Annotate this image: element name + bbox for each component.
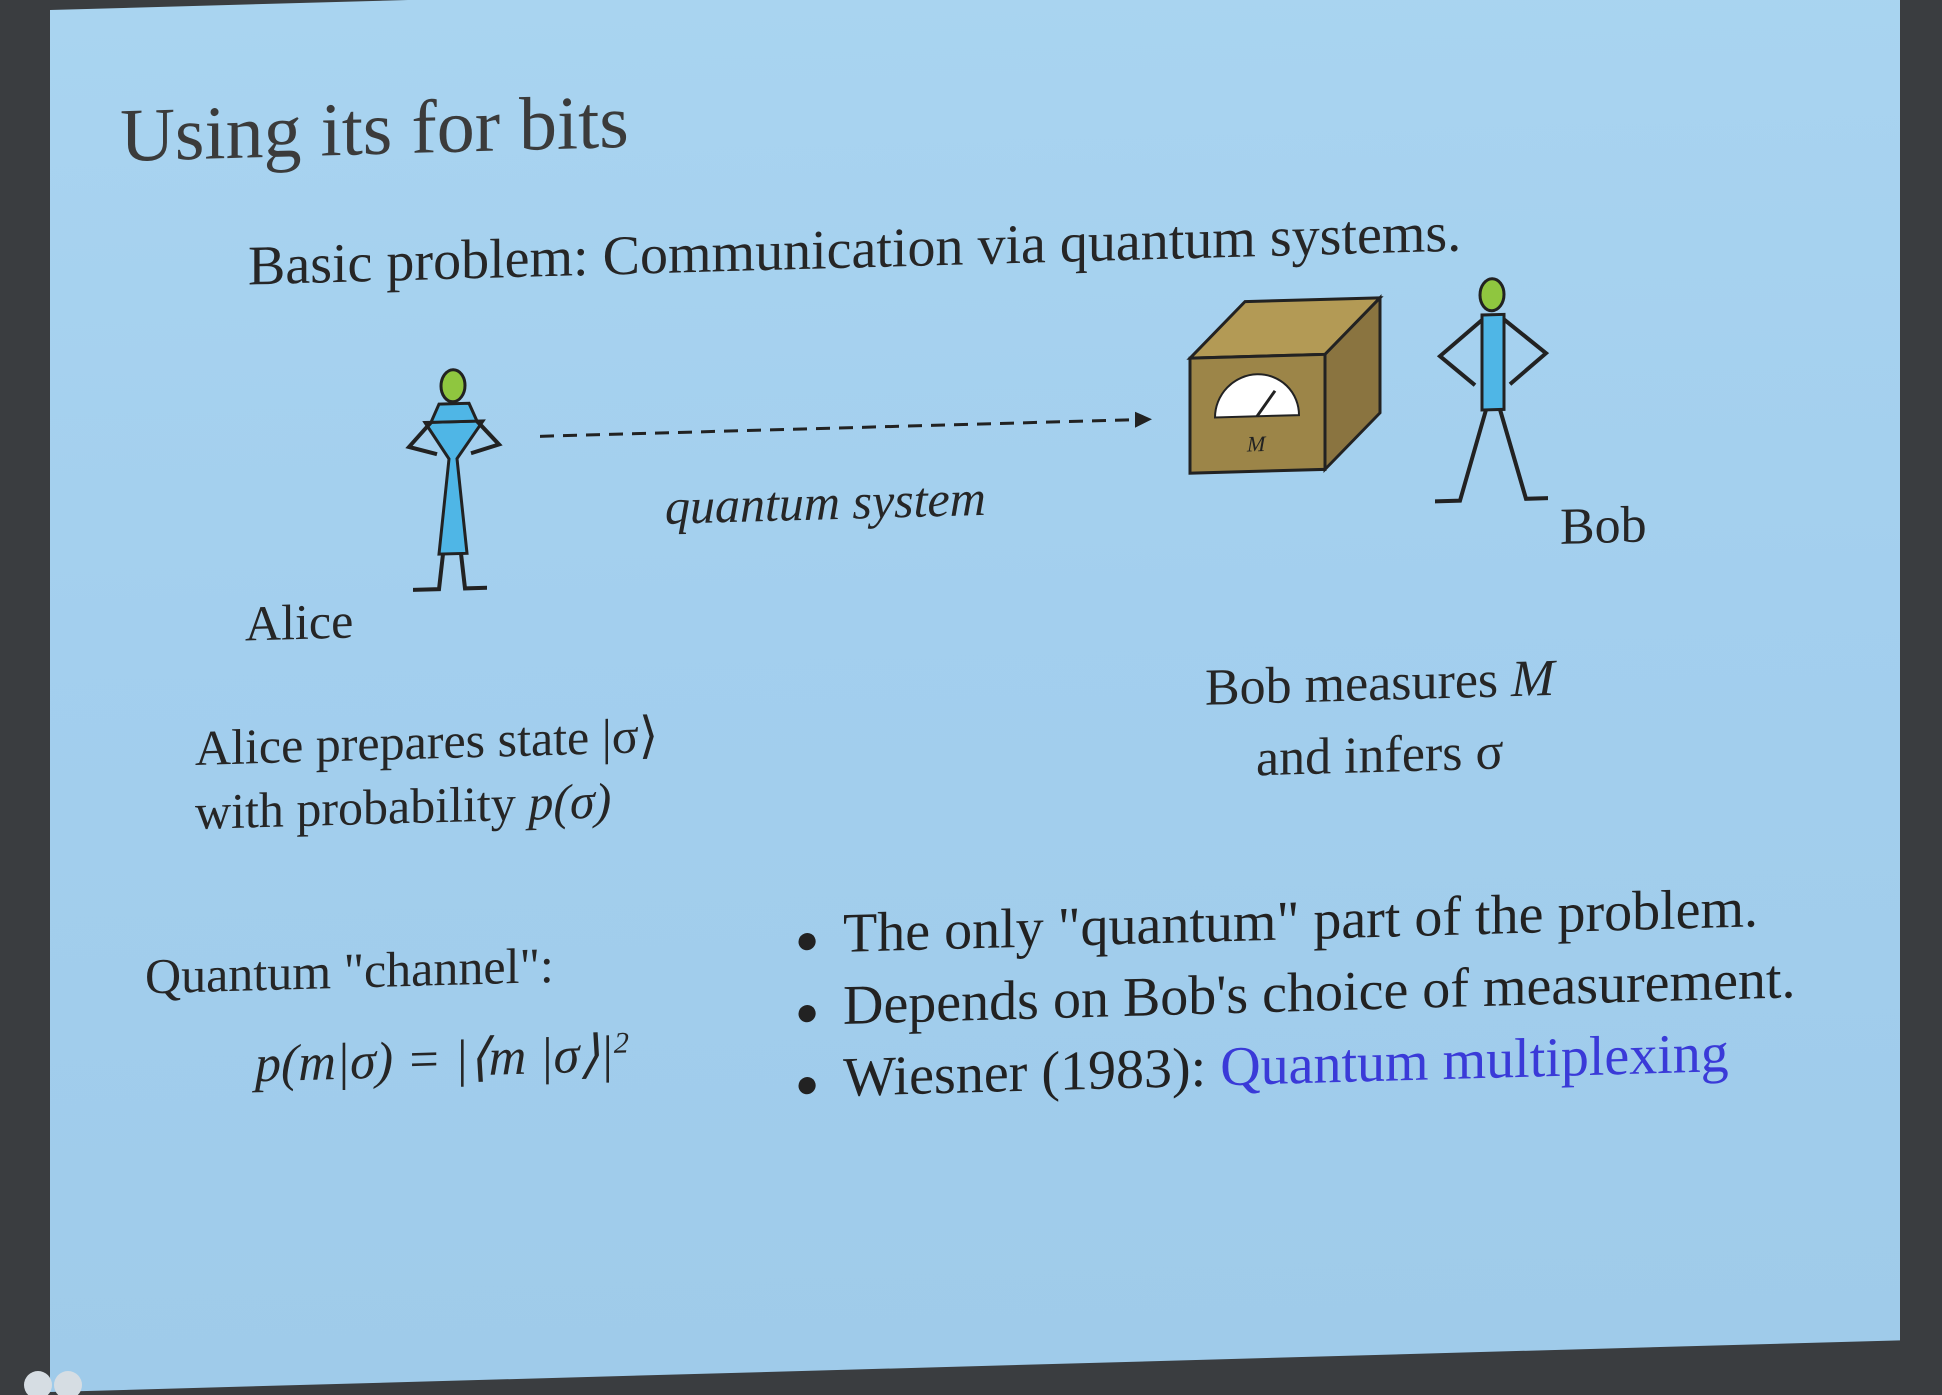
bob-figure-icon	[1435, 277, 1550, 504]
device-label: M	[1246, 431, 1267, 457]
alice-label: Alice	[245, 592, 354, 652]
bob-label: Bob	[1560, 496, 1647, 556]
bullet-icon: ●	[795, 916, 820, 963]
quantum-multiplexing-link[interactable]: Quantum multiplexing	[1220, 1022, 1729, 1098]
alice-description: Alice prepares state |σ⟩ with probabilit…	[195, 703, 658, 844]
bullet-list: ● The only "quantum" part of the problem.…	[795, 871, 1796, 1115]
bullet-text: Wiesner (1983):	[843, 1036, 1221, 1109]
bob-description-line1: Bob measures M	[1205, 643, 1555, 725]
measurement-device-icon: M	[1186, 294, 1384, 475]
channel-label: Quantum "channel":	[145, 936, 554, 1005]
presenter-controls-icon[interactable]	[0, 1355, 100, 1395]
bob-description-prefix: Bob measures	[1205, 651, 1512, 717]
bullet-icon: ●	[795, 1060, 820, 1107]
channel-formula-exponent: 2	[613, 1026, 629, 1060]
bob-description-line2: and infers σ	[1255, 723, 1504, 788]
channel-formula: p(m|σ) = |⟨m |σ⟩|2	[255, 1024, 629, 1094]
alice-figure-icon	[405, 368, 503, 592]
quantum-system-label: quantum system	[665, 469, 986, 535]
alice-description-prefix: with probability	[195, 774, 529, 840]
channel-formula-body: p(m|σ) = |⟨m |σ⟩|	[255, 1026, 614, 1094]
bob-description: Bob measures M and infers σ	[1205, 643, 1555, 797]
alice-probability-formula: p(σ)	[528, 772, 612, 831]
quantum-channel-arrow	[540, 411, 1152, 438]
bob-measurement-var: M	[1511, 649, 1555, 709]
alice-description-line2: with probability p(σ)	[195, 767, 658, 844]
projected-slide: Using its for bits Basic problem: Commun…	[50, 0, 1900, 1392]
bullet-icon: ●	[795, 988, 820, 1035]
